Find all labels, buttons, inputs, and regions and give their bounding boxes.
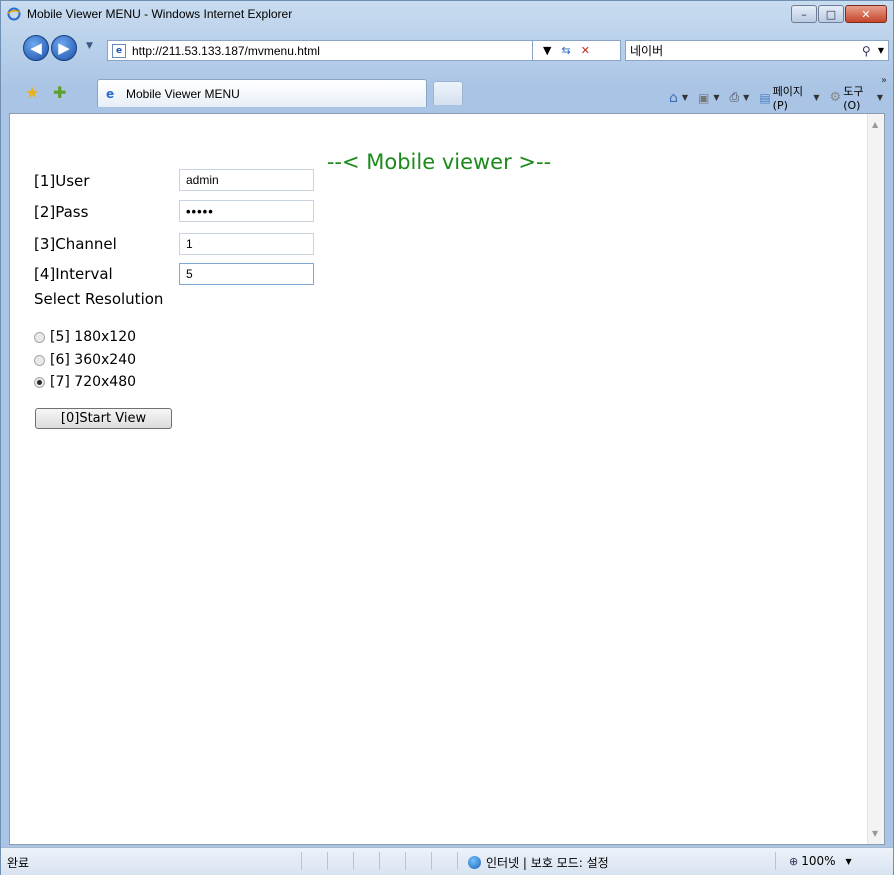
- zoom-level: 100%: [801, 854, 836, 868]
- globe-icon: [468, 856, 481, 869]
- back-button[interactable]: ◀: [23, 35, 49, 61]
- scroll-up-icon[interactable]: ▲: [872, 120, 878, 129]
- vertical-scrollbar[interactable]: ▲ ▼: [867, 114, 884, 844]
- resolution-option-label: [6] 360x240: [50, 352, 137, 368]
- tab-label: Mobile Viewer MENU: [126, 86, 240, 101]
- address-url[interactable]: http://211.53.133.187/mvmenu.html: [132, 44, 320, 58]
- resolution-option-180x120[interactable]: [5] 180x120: [34, 329, 136, 345]
- search-icon[interactable]: ⚲: [862, 44, 874, 58]
- maximize-button[interactable]: □: [818, 5, 844, 23]
- home-button[interactable]: ⌂ ▼: [669, 90, 688, 106]
- window-controls: – □ ✕: [790, 5, 887, 23]
- status-divider: [775, 852, 776, 870]
- resolution-option-label: [7] 720x480: [50, 374, 137, 390]
- recent-pages-chevron-down-icon[interactable]: ▼: [86, 41, 93, 51]
- status-divider: [353, 852, 354, 870]
- zoom-chevron-down-icon[interactable]: ▼: [846, 857, 852, 866]
- status-divider: [379, 852, 380, 870]
- tools-menu[interactable]: ⚙ 도구(O) ▼: [830, 83, 883, 112]
- scroll-down-icon[interactable]: ▼: [872, 829, 878, 838]
- tools-menu-label: 도구(O): [843, 85, 864, 112]
- start-view-button[interactable]: [0]Start View: [35, 408, 172, 429]
- print-button[interactable]: ⎙ ▼: [730, 90, 750, 105]
- feeds-button[interactable]: ▣ ▼: [698, 91, 720, 105]
- address-dropdown-chevron-down-icon[interactable]: ▼: [543, 44, 551, 57]
- status-divider: [301, 852, 302, 870]
- tab-bar: ★ ✚ e Mobile Viewer MENU ⌂ ▼ ▣ ▼ ⎙ ▼ ▤ 페이지(P…: [1, 71, 893, 112]
- status-divider: [431, 852, 432, 870]
- page-viewport: --< Mobile viewer >-- [1]User [2]Pass [3…: [9, 113, 885, 845]
- pass-label: [2]Pass: [34, 203, 89, 221]
- add-favorites-icon[interactable]: ✚: [53, 83, 66, 102]
- channel-field[interactable]: [179, 233, 314, 255]
- search-options-chevron-down-icon[interactable]: ▼: [878, 46, 884, 55]
- close-button[interactable]: ✕: [845, 5, 887, 23]
- stop-icon[interactable]: ✕: [581, 44, 590, 57]
- window-title: Mobile Viewer MENU - Windows Internet Ex…: [27, 7, 293, 21]
- radio-720x480[interactable]: [34, 376, 45, 388]
- page-menu-label: 페이지(P): [772, 85, 804, 112]
- security-zone[interactable]: 인터넷 | 보호 모드: 설정: [468, 854, 609, 871]
- interval-label: [4]Interval: [34, 265, 113, 283]
- resolution-option-360x240[interactable]: [6] 360x240: [34, 352, 136, 368]
- ie-icon: e: [106, 86, 115, 101]
- command-bar: ⌂ ▼ ▣ ▼ ⎙ ▼ ▤ 페이지(P) ▼ ⚙ 도구(O) ▼: [669, 83, 893, 112]
- refresh-icon[interactable]: ⇆: [561, 44, 570, 57]
- home-icon: ⌂: [669, 89, 678, 106]
- status-text: 완료: [7, 856, 30, 870]
- zone-label: 인터넷 | 보호 모드: 설정: [486, 856, 609, 870]
- interval-field[interactable]: [179, 263, 314, 285]
- address-bar[interactable]: e http://211.53.133.187/mvmenu.html: [107, 40, 533, 61]
- resolution-option-label: [5] 180x120: [50, 329, 137, 345]
- zoom-control[interactable]: ⊕ 100% ▼: [789, 854, 852, 868]
- channel-label: [3]Channel: [34, 235, 117, 253]
- tab-mobile-viewer-menu[interactable]: e Mobile Viewer MENU: [97, 79, 427, 107]
- ie-icon: [7, 7, 21, 21]
- resolution-option-720x480[interactable]: [7] 720x480: [34, 374, 136, 390]
- tools-icon: ⚙: [829, 90, 842, 105]
- radio-180x120[interactable]: [34, 331, 45, 343]
- page-icon: e: [112, 43, 126, 58]
- address-tools: ▼ ⇆ ✕: [533, 40, 621, 61]
- search-box[interactable]: 네이버 ⚲ ▼: [625, 40, 889, 61]
- print-icon: ⎙: [729, 90, 740, 104]
- more-commands-chevron-icon[interactable]: »: [881, 75, 887, 86]
- minimize-button[interactable]: –: [791, 5, 817, 23]
- search-input[interactable]: 네이버: [626, 42, 862, 59]
- status-bar: 완료 인터넷 | 보호 모드: 설정 ⊕ 100% ▼: [1, 847, 893, 875]
- user-label: [1]User: [34, 172, 90, 190]
- resolution-section-label: Select Resolution: [34, 290, 164, 308]
- status-divider: [457, 852, 458, 870]
- browser-window: Mobile Viewer MENU - Windows Internet Ex…: [0, 0, 894, 875]
- status-divider: [327, 852, 328, 870]
- forward-button[interactable]: ▶: [51, 35, 77, 61]
- page-heading: --< Mobile viewer >--: [326, 150, 552, 174]
- zoom-icon: ⊕: [789, 854, 799, 868]
- user-field[interactable]: [179, 169, 314, 191]
- feed-icon: ▣: [698, 90, 710, 105]
- favorites-star-icon[interactable]: ★: [25, 83, 39, 102]
- status-divider: [405, 852, 406, 870]
- page-menu-icon: ▤: [759, 90, 771, 105]
- navigation-bar: ◀ ▶ ▼ e http://211.53.133.187/mvmenu.htm…: [1, 27, 893, 71]
- password-field[interactable]: [179, 200, 314, 222]
- radio-360x240[interactable]: [34, 354, 45, 366]
- new-tab-button[interactable]: [433, 81, 463, 105]
- page-menu[interactable]: ▤ 페이지(P) ▼: [759, 83, 819, 112]
- title-bar: Mobile Viewer MENU - Windows Internet Ex…: [1, 1, 893, 27]
